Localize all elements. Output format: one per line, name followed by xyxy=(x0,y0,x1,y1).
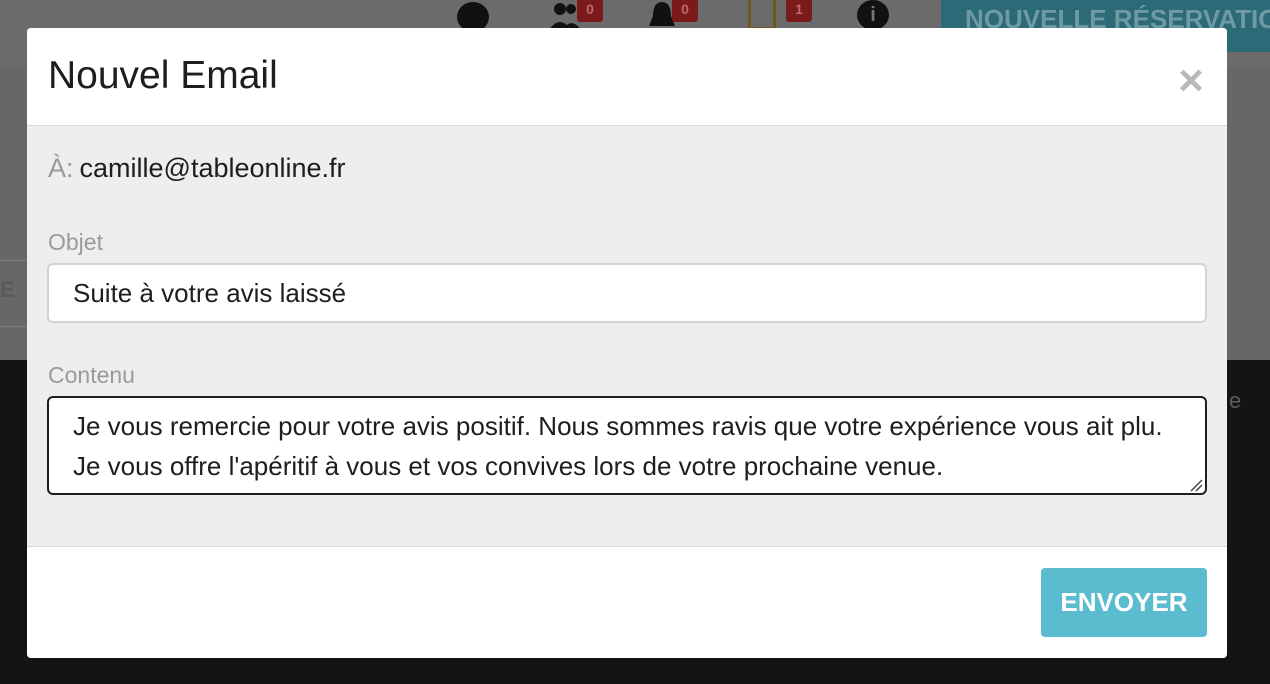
bg-divider xyxy=(0,326,27,327)
modal-title: Nouvel Email xyxy=(48,54,278,97)
alerts-count-badge: 0 xyxy=(672,0,698,22)
content-textarea[interactable]: Je vous remercie pour votre avis positif… xyxy=(47,396,1207,495)
info-icon: i xyxy=(857,0,889,30)
docs-count-badge: 1 xyxy=(786,0,812,22)
new-email-modal: Nouvel Email × À: camille@tableonline.fr … xyxy=(27,28,1227,658)
recipient-label: À: xyxy=(48,153,74,183)
subject-label: Objet xyxy=(48,229,103,255)
modal-body: À:camille@tableonline.fr Objet Contenu J… xyxy=(27,126,1227,547)
bg-divider xyxy=(0,260,27,261)
users-count-badge: 0 xyxy=(577,0,603,22)
document-icon xyxy=(748,0,776,30)
modal-header: Nouvel Email × xyxy=(27,28,1227,126)
subject-input[interactable] xyxy=(47,263,1207,323)
modal-footer: ENVOYER xyxy=(27,547,1227,658)
resize-grip-icon[interactable] xyxy=(1189,478,1203,492)
close-icon[interactable]: × xyxy=(1172,59,1210,103)
recipient-line: À: camille@tableonline.fr xyxy=(48,152,346,184)
bg-edge-text: E xyxy=(0,277,15,302)
content-label: Contenu xyxy=(48,362,135,388)
bg-side-text: e xyxy=(1229,388,1242,413)
send-button[interactable]: ENVOYER xyxy=(1041,568,1207,637)
recipient-value: camille@tableonline.fr xyxy=(79,153,346,183)
